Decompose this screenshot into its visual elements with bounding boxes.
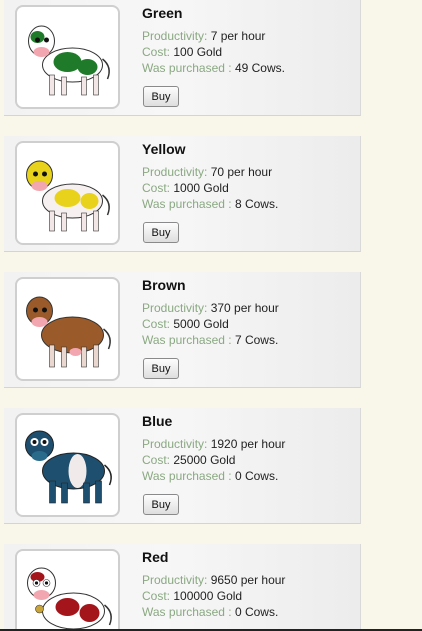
purchased-line: Was purchased : 8 Cows. — [142, 197, 278, 211]
cow-image-frame — [15, 413, 120, 517]
cost-label: Cost: — [142, 589, 171, 603]
cow-card-red: Red Productivity: 9650 per hour Cost: 10… — [4, 544, 361, 631]
cow-name: Red — [142, 549, 169, 565]
cost-label: Cost: — [142, 181, 171, 195]
cow-card-yellow: Yellow Productivity: 70 per hour Cost: 1… — [4, 136, 361, 252]
cost-value: 1000 Gold — [173, 181, 229, 195]
red-cow-icon — [27, 567, 112, 630]
purchased-label: Was purchased : — [142, 61, 232, 75]
productivity-value: 1920 per hour — [210, 437, 286, 451]
purchased-line: Was purchased : 7 Cows. — [142, 333, 278, 347]
cost-line: Cost: 5000 Gold — [142, 317, 229, 331]
purchased-label: Was purchased : — [142, 197, 232, 211]
cow-shop-list: Green Productivity: 7 per hour Cost: 100… — [0, 0, 422, 631]
buy-button-green[interactable]: Buy — [143, 86, 179, 107]
productivity-value: 7 per hour — [210, 29, 266, 43]
purchased-value: 0 Cows. — [234, 605, 279, 619]
productivity-value: 9650 per hour — [210, 573, 286, 587]
productivity-line: Productivity: 7 per hour — [142, 29, 265, 43]
cost-value: 25000 Gold — [173, 453, 236, 467]
productivity-value: 370 per hour — [210, 301, 279, 315]
productivity-line: Productivity: 370 per hour — [142, 301, 279, 315]
cost-label: Cost: — [142, 317, 171, 331]
cow-card-green: Green Productivity: 7 per hour Cost: 100… — [4, 0, 361, 116]
cow-image-frame — [15, 277, 120, 381]
purchased-label: Was purchased : — [142, 469, 232, 483]
purchased-label: Was purchased : — [142, 605, 232, 619]
purchased-value: 7 Cows. — [234, 333, 279, 347]
purchased-value: 8 Cows. — [234, 197, 279, 211]
productivity-label: Productivity: — [142, 573, 208, 587]
buy-button-brown[interactable]: Buy — [143, 358, 179, 379]
productivity-label: Productivity: — [142, 301, 208, 315]
productivity-label: Productivity: — [142, 29, 208, 43]
buy-button-blue[interactable]: Buy — [143, 494, 179, 515]
purchased-line: Was purchased : 0 Cows. — [142, 469, 278, 483]
cost-line: Cost: 100 Gold — [142, 45, 222, 59]
buy-button-yellow[interactable]: Buy — [143, 222, 179, 243]
green-cow-icon — [28, 25, 110, 96]
cow-name: Green — [142, 5, 183, 21]
productivity-value: 70 per hour — [210, 165, 273, 179]
yellow-cow-icon — [26, 160, 110, 232]
cost-value: 100 Gold — [173, 45, 223, 59]
cost-line: Cost: 1000 Gold — [142, 181, 229, 195]
cow-image-frame — [15, 141, 120, 245]
cow-card-blue: Blue Productivity: 1920 per hour Cost: 2… — [4, 408, 361, 524]
blue-cow-icon — [25, 430, 112, 504]
productivity-line: Productivity: 1920 per hour — [142, 437, 285, 451]
purchased-line: Was purchased : 49 Cows. — [142, 61, 285, 75]
productivity-label: Productivity: — [142, 437, 208, 451]
productivity-label: Productivity: — [142, 165, 208, 179]
purchased-label: Was purchased : — [142, 333, 232, 347]
productivity-line: Productivity: 9650 per hour — [142, 573, 285, 587]
cow-image-frame — [15, 5, 120, 109]
cow-name: Brown — [142, 277, 186, 293]
cost-line: Cost: 100000 Gold — [142, 589, 242, 603]
purchased-line: Was purchased : 0 Cows. — [142, 605, 278, 619]
purchased-value: 49 Cows. — [234, 61, 285, 75]
cow-image-frame — [15, 549, 120, 631]
cow-name: Blue — [142, 413, 173, 429]
cost-value: 100000 Gold — [173, 589, 243, 603]
cost-label: Cost: — [142, 45, 171, 59]
cow-card-brown: Brown Productivity: 370 per hour Cost: 5… — [4, 272, 361, 388]
cost-line: Cost: 25000 Gold — [142, 453, 235, 467]
cost-label: Cost: — [142, 453, 171, 467]
brown-cow-icon — [26, 296, 111, 368]
cost-value: 5000 Gold — [173, 317, 229, 331]
cow-name: Yellow — [142, 141, 186, 157]
purchased-value: 0 Cows. — [234, 469, 279, 483]
productivity-line: Productivity: 70 per hour — [142, 165, 272, 179]
